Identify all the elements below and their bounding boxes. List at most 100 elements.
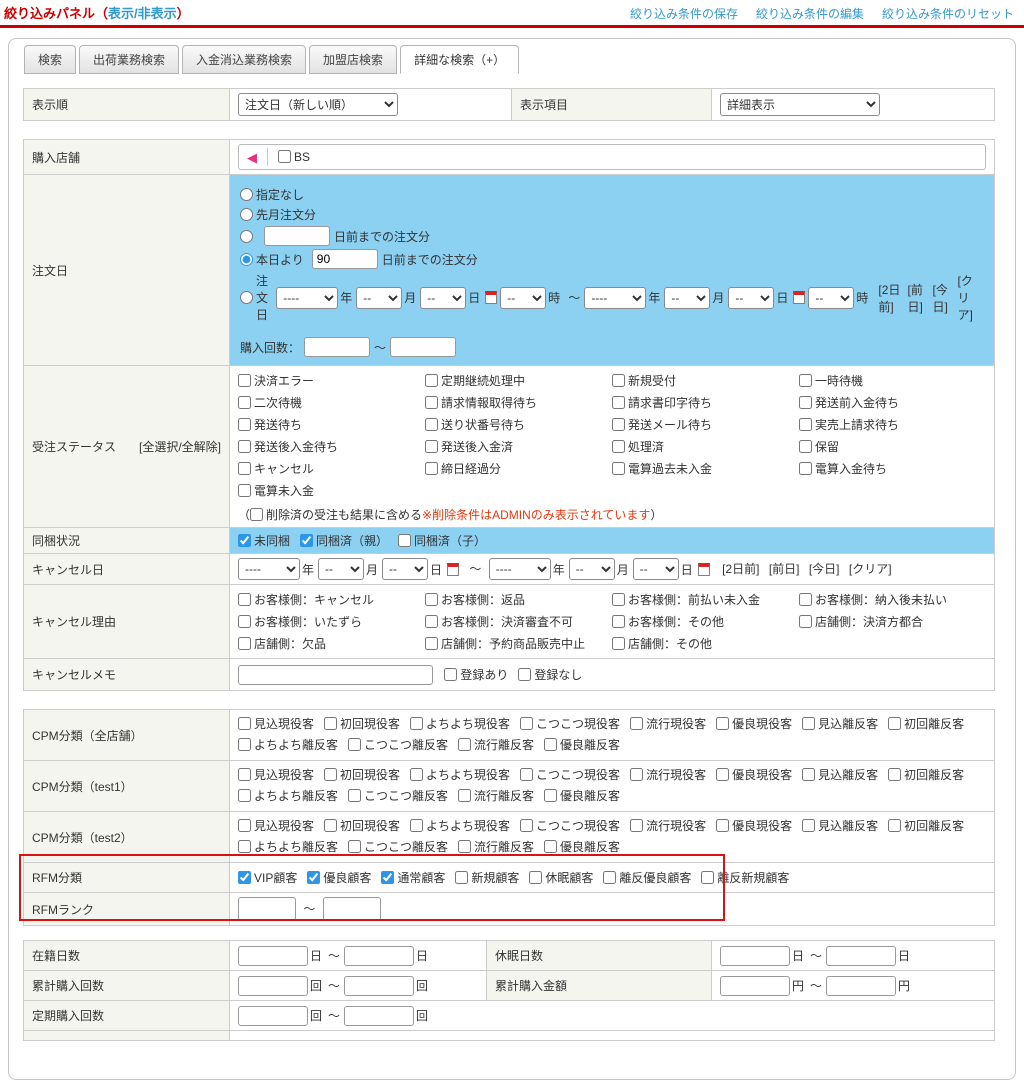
checkbox-item[interactable]: こつこつ離反客 — [348, 789, 448, 803]
checkbox-item[interactable]: 見込離反客 — [802, 819, 878, 833]
checkbox-item[interactable]: 流行現役客 — [630, 768, 706, 782]
checkbox-input[interactable] — [238, 418, 251, 431]
dormant-days-from-input[interactable] — [720, 946, 790, 966]
checkbox-item[interactable]: 流行現役客 — [630, 819, 706, 833]
checkbox-item[interactable]: 流行離反客 — [458, 738, 534, 752]
year-select[interactable]: ---- — [489, 558, 551, 580]
checkbox-input[interactable] — [888, 768, 901, 781]
checkbox-item[interactable]: 通常顧客 — [381, 871, 445, 885]
checkbox-item[interactable]: 初回離反客 — [888, 819, 964, 833]
checkbox-input[interactable] — [701, 871, 714, 884]
checkbox-input[interactable] — [458, 738, 471, 751]
checkbox-input[interactable] — [458, 789, 471, 802]
radio-input[interactable] — [240, 188, 253, 201]
checkbox-item[interactable]: 同梱済（親） — [300, 534, 388, 548]
checkbox-item[interactable]: 流行離反客 — [458, 840, 534, 854]
checkbox-item[interactable]: 優良離反客 — [544, 789, 620, 803]
checkbox-item[interactable]: 電算未入金 — [238, 482, 421, 499]
checkbox-item[interactable]: 優良顧客 — [307, 871, 371, 885]
checkbox-input[interactable] — [612, 418, 625, 431]
checkbox-input[interactable] — [888, 717, 901, 730]
checkbox-input[interactable] — [802, 768, 815, 781]
checkbox-item[interactable]: 流行現役客 — [630, 717, 706, 731]
checkbox-input[interactable] — [238, 396, 251, 409]
checkbox-item[interactable]: 初回離反客 — [888, 717, 964, 731]
purchase-count-from-input[interactable] — [304, 337, 370, 357]
radio-no-date[interactable]: 指定なし — [240, 186, 304, 203]
checkbox-input[interactable] — [425, 637, 438, 650]
checkbox-input[interactable] — [799, 396, 812, 409]
checkbox-input[interactable] — [238, 768, 251, 781]
checkbox-item[interactable]: 見込現役客 — [238, 717, 314, 731]
checkbox-item[interactable]: お客様側：納入後未払い — [799, 591, 982, 608]
checkbox-input[interactable] — [520, 717, 533, 730]
checkbox-item[interactable]: お客様側：決済審査不可 — [425, 613, 608, 630]
checkbox-input[interactable] — [630, 717, 643, 730]
checkbox-input[interactable] — [603, 871, 616, 884]
checkbox-input[interactable] — [716, 717, 729, 730]
checkbox-item[interactable]: 処理済 — [612, 438, 795, 455]
checkbox-input[interactable] — [425, 615, 438, 628]
checkbox-item[interactable]: 登録あり — [444, 668, 508, 682]
checkbox-item[interactable]: 実売上請求待ち — [799, 416, 982, 433]
month-select[interactable]: -- — [356, 287, 402, 309]
checkbox-item[interactable]: 未同梱 — [238, 534, 290, 548]
checkbox-item[interactable]: 見込離反客 — [802, 717, 878, 731]
month-select[interactable]: -- — [318, 558, 364, 580]
checkbox-input[interactable] — [799, 374, 812, 387]
calendar-icon[interactable] — [793, 291, 805, 304]
checkbox-item[interactable]: 登録なし — [518, 668, 582, 682]
checkbox-item[interactable]: お客様側：前払い未入金 — [612, 591, 795, 608]
checkbox-input[interactable] — [802, 717, 815, 730]
checkbox-item[interactable]: よちよち現役客 — [410, 819, 510, 833]
quick-link-yesterday[interactable]: [前日] — [769, 562, 800, 576]
checkbox-item[interactable]: こつこつ離反客 — [348, 840, 448, 854]
checkbox-include-deleted[interactable]: 削除済の受注も結果に含める — [250, 508, 422, 522]
days-before-input[interactable] — [264, 226, 330, 246]
quick-link-today[interactable]: [今日] — [809, 562, 840, 576]
checkbox-input[interactable] — [425, 593, 438, 606]
rfm-rank-from-input[interactable] — [238, 897, 296, 921]
checkbox-input[interactable] — [888, 819, 901, 832]
radio-today-minus[interactable]: 本日より — [240, 251, 304, 268]
checkbox-input[interactable] — [307, 871, 320, 884]
checkbox-input[interactable] — [238, 484, 251, 497]
subscription-purchases-from-input[interactable] — [238, 1006, 308, 1026]
checkbox-input[interactable] — [612, 615, 625, 628]
checkbox-input[interactable] — [238, 717, 251, 730]
checkbox-item[interactable]: 初回現役客 — [324, 717, 400, 731]
tab-merchant-search[interactable]: 加盟店検索 — [309, 45, 397, 74]
checkbox-input[interactable] — [520, 819, 533, 832]
radio-input[interactable] — [240, 253, 253, 266]
checkbox-input[interactable] — [544, 840, 557, 853]
checkbox-input[interactable] — [612, 440, 625, 453]
checkbox-item[interactable]: 発送後入金待ち — [238, 438, 421, 455]
checkbox-item[interactable]: 二次待機 — [238, 394, 421, 411]
checkbox-input[interactable] — [529, 871, 542, 884]
quick-link-yesterday[interactable]: [前日] — [908, 281, 927, 315]
checkbox-item[interactable]: 初回現役客 — [324, 768, 400, 782]
month-select[interactable]: -- — [569, 558, 615, 580]
calendar-icon[interactable] — [485, 291, 497, 304]
checkbox-item[interactable]: 保留 — [799, 438, 982, 455]
day-select[interactable]: -- — [633, 558, 679, 580]
calendar-icon[interactable] — [698, 563, 710, 576]
checkbox-item[interactable]: 見込現役客 — [238, 819, 314, 833]
checkbox-input[interactable] — [799, 440, 812, 453]
checkbox-input[interactable] — [348, 840, 361, 853]
checkbox-input[interactable] — [799, 615, 812, 628]
checkbox-input[interactable] — [799, 593, 812, 606]
quick-link-2days-ago[interactable]: [2日前] — [722, 562, 759, 576]
radio-last-month[interactable]: 先月注文分 — [240, 206, 316, 223]
checkbox-input[interactable] — [612, 593, 625, 606]
save-filter-link[interactable]: 絞り込み条件の保存 — [630, 5, 738, 22]
checkbox-item[interactable]: キャンセル — [238, 460, 421, 477]
checkbox-input[interactable] — [612, 637, 625, 650]
checkbox-item[interactable]: 電算過去未入金 — [612, 460, 795, 477]
radio-input[interactable] — [240, 230, 253, 243]
subscription-purchases-to-input[interactable] — [344, 1006, 414, 1026]
checkbox-input[interactable] — [238, 871, 251, 884]
checkbox-item[interactable]: 送り状番号待ち — [425, 416, 608, 433]
checkbox-input[interactable] — [238, 819, 251, 832]
checkbox-item[interactable]: 流行離反客 — [458, 789, 534, 803]
